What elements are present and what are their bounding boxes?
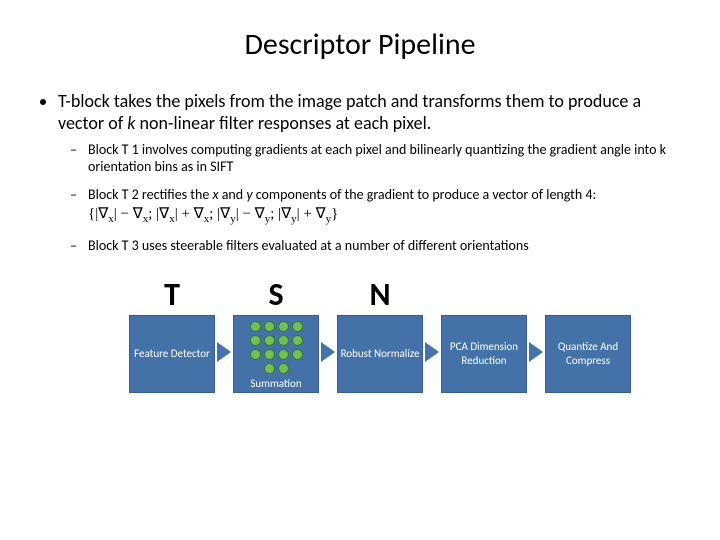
sub2-prefix: Block T 2 rectifies the [88,186,212,203]
stage-normalize: N Robust Normalize [337,277,423,393]
formula: {|∇x| − ∇x; |∇x| + ∇x; |∇y| − ∇y; |∇y| +… [88,205,690,227]
stage1-label: Feature Detector [134,347,210,361]
slide-title: Descriptor Pipeline [30,26,690,63]
bullet-sub-3: Block T 3 uses steerable filters evaluat… [88,237,690,255]
arrow-icon [425,342,439,362]
arrow-4 [527,313,545,391]
slide-root: Descriptor Pipeline T-block takes the pi… [0,0,720,540]
arrow-3 [423,313,441,391]
stage1-letter: T [164,277,180,313]
arrow-1 [215,313,233,391]
stage3-label: Robust Normalize [341,347,420,361]
bullet-sub-1: Block T 1 involves computing gradients a… [88,141,690,176]
stage-pca: PCA Dimension Reduction [441,277,527,393]
summation-dots-icon [234,322,318,374]
stage-quantize: Quantize And Compress [545,277,631,393]
stage4-block: PCA Dimension Reduction [441,315,527,393]
bullet-main-prefix: T-block [58,90,110,112]
bullet-sub-list: Block T 1 involves computing gradients a… [58,141,690,255]
stage1-block: Feature Detector [129,315,215,393]
bullet-main-suffix: non-linear filter responses at each pixe… [135,112,431,134]
bullet-list: T-block takes the pixels from the image … [30,91,690,255]
arrow-icon [217,342,231,362]
stage5-block: Quantize And Compress [545,315,631,393]
sub2-mid1: and [219,186,247,203]
stage5-label: Quantize And Compress [548,340,628,368]
arrow-2 [319,313,337,391]
formula-text: {|∇x| − ∇x; |∇x| + ∇x; |∇y| − ∇y; |∇y| +… [88,206,338,222]
arrow-icon [529,342,543,362]
bullet-sub-2: Block T 2 rectifies the x and y componen… [88,186,690,227]
stage2-block: Summation [233,315,319,393]
stage-feature-detector: T Feature Detector [129,277,215,393]
stage3-letter: N [369,277,390,313]
stage-summation: S Summation [233,277,319,393]
bullet-main: T-block takes the pixels from the image … [58,91,690,255]
pipeline-diagram: T Feature Detector S Summation N Robust … [30,277,690,393]
stage2-letter: S [268,277,283,313]
arrow-icon [321,342,335,362]
sub2-mid2: components of the gradient to produce a … [253,186,597,203]
stage2-label: Summation [234,377,318,390]
stage3-block: Robust Normalize [337,315,423,393]
stage4-label: PCA Dimension Reduction [444,340,524,368]
